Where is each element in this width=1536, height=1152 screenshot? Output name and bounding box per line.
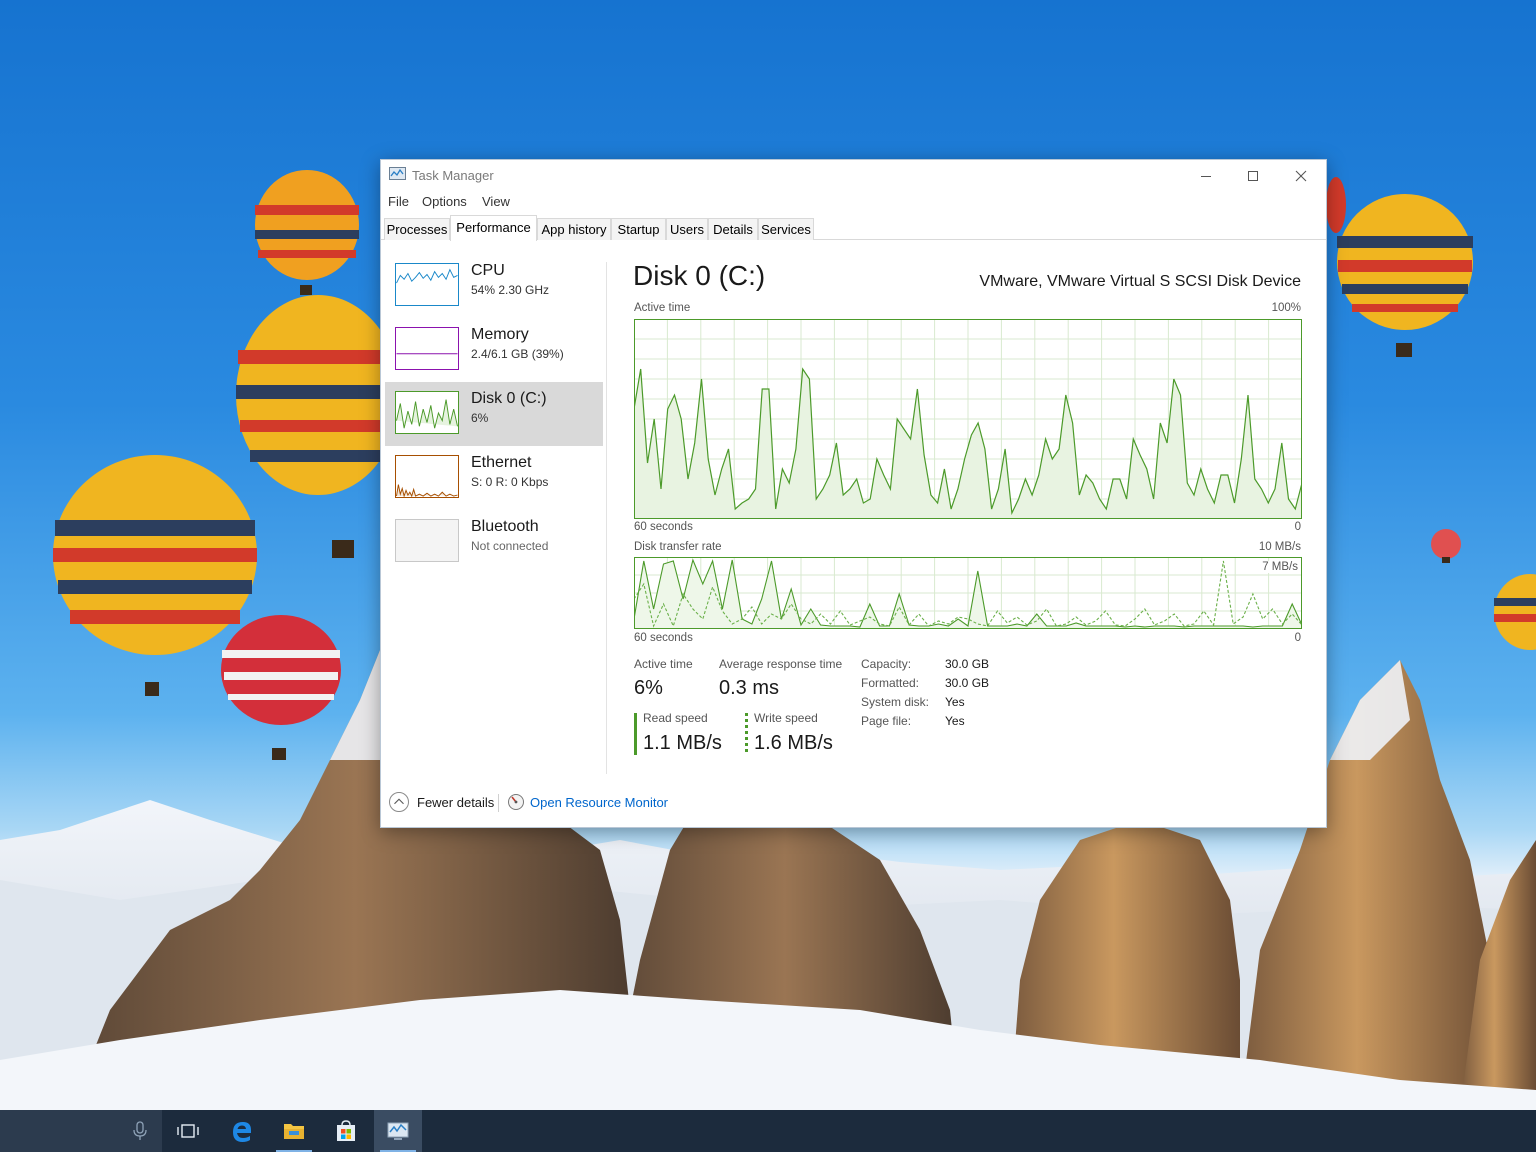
panel-divider xyxy=(606,262,607,774)
taskbar xyxy=(0,1110,1536,1152)
microphone-icon xyxy=(133,1121,147,1140)
system-disk-label: System disk: xyxy=(861,695,930,709)
menu-options[interactable]: Options xyxy=(422,194,467,209)
task-manager-app-icon xyxy=(389,167,406,180)
read-speed-value: 1.1 MB/s xyxy=(643,732,722,754)
device-name: Ethernet xyxy=(471,454,532,471)
tab-strip: Processes Performance App history Startu… xyxy=(381,215,1326,241)
footer-divider xyxy=(498,794,499,812)
edge-browser-button[interactable] xyxy=(218,1110,266,1152)
capacity-label: Capacity: xyxy=(861,657,912,671)
avg-response-value: 0.3 ms xyxy=(719,677,780,699)
device-name: Bluetooth xyxy=(471,518,539,535)
disk-thumbnail-graph xyxy=(395,391,459,434)
device-item-memory[interactable]: Memory 2.4/6.1 GB (39%) xyxy=(385,318,603,382)
transfer-rate-graph xyxy=(634,557,1302,629)
store-button[interactable] xyxy=(322,1110,370,1152)
menu-bar: File Options View xyxy=(381,192,1326,212)
task-manager-icon xyxy=(387,1122,409,1140)
page-file-value: Yes xyxy=(945,714,965,728)
window-title: Task Manager xyxy=(412,168,494,183)
write-speed-label: Write speed xyxy=(754,711,818,725)
bluetooth-thumbnail-graph xyxy=(395,519,459,562)
system-disk-value: Yes xyxy=(945,695,965,709)
device-item-cpu[interactable]: CPU 54% 2.30 GHz xyxy=(385,254,603,318)
file-explorer-button[interactable] xyxy=(270,1110,318,1152)
transfer-rate-max-label: 10 MB/s xyxy=(1258,541,1301,553)
transfer-rate-min-label: 0 xyxy=(1294,632,1301,644)
read-speed-legend-bar xyxy=(634,713,637,755)
balloon-1 xyxy=(255,170,359,295)
close-icon xyxy=(1295,170,1307,182)
title-bar[interactable]: Task Manager xyxy=(381,160,1326,190)
capacity-value: 30.0 GB xyxy=(945,657,990,671)
chevron-up-icon xyxy=(389,792,409,812)
open-resource-monitor-link[interactable]: Open Resource Monitor xyxy=(530,795,668,810)
tab-details[interactable]: Details xyxy=(708,218,758,240)
microphone-button[interactable] xyxy=(116,1110,164,1152)
device-name: CPU xyxy=(471,262,505,279)
balloon-4 xyxy=(221,615,341,760)
task-manager-taskbar-button[interactable] xyxy=(374,1110,422,1152)
close-button[interactable] xyxy=(1278,160,1324,190)
device-item-bluetooth[interactable]: Bluetooth Not connected xyxy=(385,510,603,574)
minimize-icon xyxy=(1201,176,1211,178)
menu-file[interactable]: File xyxy=(388,194,409,209)
panel-title: Disk 0 (C:) xyxy=(633,260,766,291)
menu-view[interactable]: View xyxy=(482,194,510,209)
disk-device-name: VMware, VMware Virtual S SCSI Disk Devic… xyxy=(979,273,1301,290)
edge-browser-icon xyxy=(233,1122,251,1142)
tab-users[interactable]: Users xyxy=(666,218,708,240)
balloon-5 xyxy=(1337,194,1473,357)
device-summary: 6% xyxy=(471,411,489,425)
tab-startup[interactable]: Startup xyxy=(611,218,666,240)
task-manager-window: Task Manager File Options View Processes… xyxy=(380,159,1327,828)
maximize-icon xyxy=(1248,171,1258,182)
balloon-7 xyxy=(1494,574,1536,650)
device-name: Disk 0 (C:) xyxy=(471,390,547,407)
device-item-ethernet[interactable]: Ethernet S: 0 R: 0 Kbps xyxy=(385,446,603,510)
page-file-label: Page file: xyxy=(861,714,912,728)
avg-response-label: Average response time xyxy=(719,657,843,671)
device-list: CPU 54% 2.30 GHz Memory 2.4/6.1 GB (39%)… xyxy=(385,254,603,574)
write-speed-legend-bar xyxy=(745,713,748,755)
balloon-2 xyxy=(236,295,401,558)
balloon-6 xyxy=(1431,529,1461,563)
task-view-button[interactable] xyxy=(164,1110,212,1152)
active-time-duration-label: 60 seconds xyxy=(634,521,693,533)
device-name: Memory xyxy=(471,326,529,343)
minimize-button[interactable] xyxy=(1183,160,1229,190)
device-item-disk[interactable]: Disk 0 (C:) 6% xyxy=(385,382,603,446)
ethernet-thumbnail-graph xyxy=(395,455,459,498)
transfer-rate-graph-label: Disk transfer rate xyxy=(634,541,722,553)
store-icon xyxy=(337,1120,355,1141)
memory-thumbnail-graph xyxy=(395,327,459,370)
read-speed-label: Read speed xyxy=(643,711,708,725)
device-summary: 54% 2.30 GHz xyxy=(471,283,550,297)
tab-performance[interactable]: Performance xyxy=(450,215,537,241)
device-summary: 2.4/6.1 GB (39%) xyxy=(471,347,564,361)
active-time-min-label: 0 xyxy=(1294,521,1301,533)
active-time-stat-value: 6% xyxy=(634,677,663,699)
fewer-details-label: Fewer details xyxy=(417,795,495,810)
tab-app-history[interactable]: App history xyxy=(537,218,611,240)
device-summary: Not connected xyxy=(471,539,549,553)
formatted-label: Formatted: xyxy=(861,676,920,690)
active-time-graph-label: Active time xyxy=(634,302,691,314)
active-time-max-label: 100% xyxy=(1271,302,1301,314)
device-summary: S: 0 R: 0 Kbps xyxy=(471,475,549,489)
active-time-graph xyxy=(634,319,1302,519)
tab-processes[interactable]: Processes xyxy=(384,218,450,240)
tab-services[interactable]: Services xyxy=(758,218,814,240)
cpu-thumbnail-graph xyxy=(395,263,459,306)
resource-monitor-icon xyxy=(508,794,524,810)
maximize-button[interactable] xyxy=(1230,160,1276,190)
file-explorer-icon xyxy=(284,1124,304,1139)
active-time-stat-label: Active time xyxy=(634,657,693,671)
write-speed-value: 1.6 MB/s xyxy=(754,732,833,754)
transfer-rate-inner-label: 7 MB/s xyxy=(1262,561,1298,573)
formatted-value: 30.0 GB xyxy=(945,676,990,690)
task-view-icon xyxy=(177,1124,199,1138)
transfer-rate-duration-label: 60 seconds xyxy=(634,632,693,644)
